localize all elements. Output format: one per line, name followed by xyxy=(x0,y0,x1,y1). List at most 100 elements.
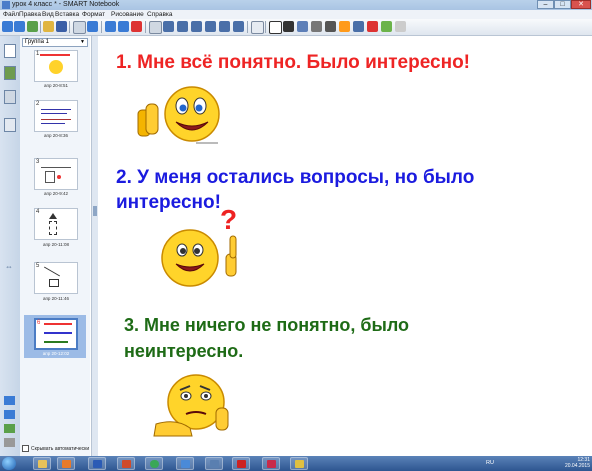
taskbar-help[interactable] xyxy=(176,457,194,470)
dual-page-icon[interactable] xyxy=(191,21,202,32)
checkbox-box xyxy=(22,445,29,452)
menu-file[interactable]: Файл xyxy=(3,11,19,18)
redo-icon[interactable] xyxy=(118,21,129,32)
full-screen-icon[interactable] xyxy=(177,21,188,32)
close-button[interactable]: ✕ xyxy=(571,0,591,9)
properties-icon[interactable] xyxy=(395,21,406,32)
menu-view[interactable]: Вид xyxy=(42,11,54,18)
sorter-splitter[interactable] xyxy=(91,36,98,456)
add-page-icon[interactable] xyxy=(27,21,38,32)
document-camera-icon[interactable] xyxy=(219,21,230,32)
thumbnail-number: 5 xyxy=(36,263,40,269)
taskbar-notebook[interactable] xyxy=(205,457,223,470)
thumbnail-label: апр 20-8:51 xyxy=(44,83,68,88)
page-thumbnail-2[interactable]: 2 xyxy=(34,100,78,132)
page-thumbnail-4[interactable]: 4 xyxy=(34,208,78,240)
taskbar-powerpoint[interactable] xyxy=(117,457,135,470)
title-bar: урок 4 класс * - SMART Notebook – □ ✕ xyxy=(0,0,592,10)
taskbar-word[interactable] xyxy=(88,457,106,470)
page-sorter-icon[interactable] xyxy=(4,44,16,58)
menu-bar: Файл Правка Вид Вставка Формат Рисование… xyxy=(0,10,592,19)
screen-shade-icon[interactable] xyxy=(87,21,98,32)
maximize-button[interactable]: □ xyxy=(554,0,571,9)
projector-icon[interactable] xyxy=(233,21,244,32)
table-icon[interactable] xyxy=(251,21,264,34)
screen-icon[interactable] xyxy=(149,21,162,34)
add-page-side-icon[interactable] xyxy=(4,424,15,433)
menu-format[interactable]: Формат xyxy=(82,11,105,18)
thumbnail-number: 4 xyxy=(36,209,40,215)
next-page-icon[interactable] xyxy=(4,410,15,419)
delete-page-icon[interactable] xyxy=(4,438,15,447)
attachments-icon[interactable] xyxy=(4,90,16,104)
taskbar-explorer[interactable] xyxy=(33,457,51,470)
thumbnail-label: апр 20-11:46 xyxy=(42,296,70,301)
properties-tab-icon[interactable] xyxy=(4,118,16,132)
fill-icon[interactable] xyxy=(353,21,364,32)
back-icon[interactable] xyxy=(2,21,13,32)
clock-date: 20.04.2015 xyxy=(564,463,590,469)
delete-icon[interactable] xyxy=(131,21,142,32)
page-thumbnail-1[interactable]: 1 xyxy=(34,50,78,82)
monitor-icon[interactable] xyxy=(163,21,174,32)
magic-pen-icon[interactable] xyxy=(381,21,392,32)
paste-icon[interactable] xyxy=(73,21,86,34)
clock[interactable]: 12:31 20.04.2015 xyxy=(565,457,590,469)
collapse-arrows-icon[interactable]: ⇔ xyxy=(5,262,13,271)
thumbnail-label: апр 20-9:42 xyxy=(44,191,68,196)
answer-3-text-line1[interactable]: 3. Мне ничего не понятно, было xyxy=(124,315,409,336)
thinking-smiley-icon[interactable] xyxy=(146,374,238,438)
autohide-checkbox[interactable]: Скрывать автоматически xyxy=(22,445,89,452)
gallery-icon[interactable] xyxy=(4,66,16,80)
page-thumbnail-6[interactable]: 6 xyxy=(34,318,78,350)
chevron-down-icon: ▼ xyxy=(80,39,85,45)
menu-edit[interactable]: Правка xyxy=(19,11,41,18)
select-arrow-icon[interactable] xyxy=(269,21,282,34)
wondering-smiley-icon[interactable] xyxy=(160,228,256,288)
thumbnail-number: 1 xyxy=(36,51,40,57)
pen-icon[interactable] xyxy=(283,21,294,32)
page-thumbnail-5[interactable]: 5 xyxy=(34,262,78,294)
forward-icon[interactable] xyxy=(14,21,25,32)
undo-icon[interactable] xyxy=(105,21,116,32)
group-label: Группа 1 xyxy=(25,39,50,45)
page-thumbnail-3[interactable]: 3 xyxy=(34,158,78,190)
taskbar-media-player[interactable] xyxy=(57,457,75,470)
toolbar xyxy=(0,19,592,36)
shapes-icon[interactable] xyxy=(339,21,350,32)
answer-2-text-line1[interactable]: 2. У меня остались вопросы, но было xyxy=(116,167,474,189)
capture-icon[interactable] xyxy=(205,21,216,32)
language-indicator[interactable]: RU xyxy=(486,460,494,466)
menu-insert[interactable]: Вставка xyxy=(55,11,79,18)
page-sorter: Группа 1 ▼ 1 апр 20-8:51 2 апр 20-8:36 3… xyxy=(20,36,90,456)
open-icon[interactable] xyxy=(43,21,54,32)
taskbar-paint[interactable] xyxy=(290,457,308,470)
thumbnail-number: 3 xyxy=(36,159,40,165)
answer-2-text-line2[interactable]: интересно! xyxy=(116,192,221,214)
prev-page-icon[interactable] xyxy=(4,396,15,405)
line-icon[interactable] xyxy=(325,21,336,32)
whiteboard-canvas[interactable]: 1. Мне всё понятно. Было интересно! 2. У… xyxy=(98,36,592,456)
thumbnail-number: 6 xyxy=(37,320,41,326)
menu-draw[interactable]: Рисование xyxy=(111,11,144,18)
group-dropdown[interactable]: Группа 1 ▼ xyxy=(22,38,88,47)
taskbar-smart[interactable] xyxy=(262,457,280,470)
thumbnail-label: апр 20-12:02 xyxy=(42,351,70,356)
app-icon xyxy=(2,1,10,9)
save-icon[interactable] xyxy=(56,21,67,32)
answer-1-text[interactable]: 1. Мне всё понятно. Было интересно! xyxy=(116,52,470,74)
text-icon[interactable] xyxy=(367,21,378,32)
creative-pen-icon[interactable] xyxy=(297,21,308,32)
eraser-icon[interactable] xyxy=(311,21,322,32)
answer-3-text-line2[interactable]: неинтересно. xyxy=(124,341,243,362)
start-button[interactable] xyxy=(2,457,16,470)
autohide-label: Скрывать автоматически xyxy=(31,445,90,452)
thumbnail-label: апр 20-8:36 xyxy=(44,133,68,138)
minimize-button[interactable]: – xyxy=(537,0,554,9)
thumbs-up-smiley-icon[interactable] xyxy=(134,84,224,146)
taskbar-pdf[interactable] xyxy=(232,457,250,470)
splitter-grip[interactable] xyxy=(93,206,97,216)
thumbnail-label: апр 20-11:08 xyxy=(42,242,70,247)
taskbar-chrome[interactable] xyxy=(145,457,163,470)
menu-help[interactable]: Справка xyxy=(147,11,173,18)
